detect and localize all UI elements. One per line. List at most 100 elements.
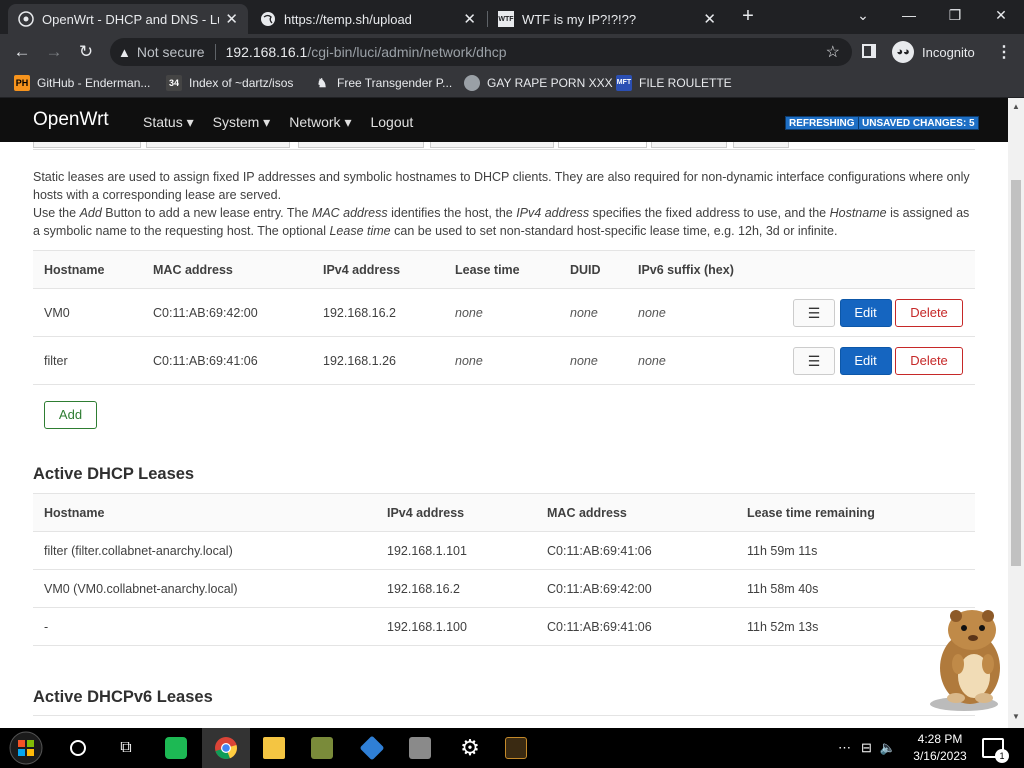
- ipv4-cell: 192.168.16.2: [376, 569, 536, 608]
- description-paragraph-2: Use the Add Button to add a new lease en…: [33, 206, 970, 238]
- delete-button[interactable]: Delete: [895, 298, 963, 327]
- volume-icon[interactable]: 🔈: [880, 740, 896, 756]
- menu-system[interactable]: System ▾: [213, 114, 271, 131]
- column-header: IPv4 address: [312, 250, 444, 289]
- scrollbar-thumb[interactable]: [1011, 180, 1021, 566]
- browser-menu-icon[interactable]: ⋮: [996, 42, 1012, 62]
- unsaved-changes-badge[interactable]: UNSAVED CHANGES: 5: [858, 116, 979, 130]
- actions-cell: ☰ Edit Delete: [777, 288, 975, 337]
- mac-cell: C0:11:AB:69:41:06: [142, 336, 312, 385]
- static-leases-table: Hostname MAC address IPv4 address Lease …: [33, 250, 975, 385]
- network-icon[interactable]: ⊟: [861, 740, 872, 756]
- clock-time: 4:28 PM: [917, 732, 963, 746]
- hamster-desktop-pet-icon[interactable]: [920, 606, 1006, 712]
- taskbar-app-tool[interactable]: [396, 728, 444, 768]
- tab-fragment-active[interactable]: [558, 142, 647, 148]
- taskbar-app-terminal[interactable]: [492, 728, 540, 768]
- tab-wtfismyip[interactable]: WTF WTF is my IP?!?!?? ✕: [488, 4, 726, 34]
- delete-button[interactable]: Delete: [895, 346, 963, 375]
- tab-fragment[interactable]: [298, 142, 424, 148]
- menu-logout[interactable]: Logout: [370, 114, 413, 131]
- mac-cell: C0:11:AB:69:41:06: [536, 531, 736, 570]
- bookmark-gay-rape-porn[interactable]: GAY RAPE PORN XXX: [464, 75, 613, 91]
- tab-fragment[interactable]: [146, 142, 290, 148]
- globe-icon: [464, 75, 480, 91]
- restore-button[interactable]: ❐: [932, 0, 978, 32]
- close-icon[interactable]: ✕: [703, 10, 716, 28]
- menu-status[interactable]: Status ▾: [143, 114, 194, 131]
- tab-tempsh[interactable]: https://temp.sh/upload ✕: [250, 4, 486, 34]
- bookmark-free-transgender[interactable]: ♞ Free Transgender P...: [314, 75, 453, 91]
- bookmark-github[interactable]: PH GitHub - Enderman...: [14, 75, 150, 91]
- drag-handle-button[interactable]: ☰: [793, 298, 836, 327]
- edit-button[interactable]: Edit: [839, 346, 892, 375]
- drag-handle-button[interactable]: ☰: [793, 346, 836, 375]
- incognito-icon: ◕◕: [892, 41, 914, 63]
- taskbar-app-game[interactable]: [298, 728, 346, 768]
- start-button[interactable]: [0, 728, 52, 768]
- tab-fragment[interactable]: [733, 142, 789, 148]
- task-view-button[interactable]: ⧉: [102, 728, 150, 768]
- hostname-cell: -: [33, 607, 376, 646]
- column-header: Hostname: [33, 250, 142, 289]
- tab-search-icon[interactable]: ⌄: [840, 0, 886, 32]
- ipv4-cell: 192.168.16.2: [312, 288, 444, 337]
- tab-title: https://temp.sh/upload: [284, 11, 412, 27]
- taskbar-clock[interactable]: 4:28 PM 3/16/2023: [908, 731, 972, 765]
- taskbar-app-spotify[interactable]: [152, 728, 200, 768]
- tab-fragment[interactable]: [33, 142, 141, 148]
- minimize-button[interactable]: —: [886, 0, 932, 32]
- page-scrollbar[interactable]: ▲ ▼: [1008, 98, 1024, 728]
- bookmark-label: Free Transgender P...: [337, 76, 453, 90]
- active-dhcp-leases-table: Hostname IPv4 address MAC address Lease …: [33, 493, 975, 646]
- warning-triangle-icon[interactable]: ▲: [118, 45, 131, 60]
- taskbar-app-settings[interactable]: ⚙: [446, 728, 494, 768]
- close-icon[interactable]: ✕: [225, 10, 238, 28]
- bookmark-dartz-isos[interactable]: 34 Index of ~dartz/isos: [166, 75, 293, 91]
- column-header: Lease time remaining: [736, 493, 975, 532]
- menu-network[interactable]: Network ▾: [289, 114, 351, 131]
- add-button[interactable]: Add: [44, 401, 97, 429]
- column-header: IPv4 address: [376, 493, 536, 532]
- window-close-button[interactable]: ✕: [978, 0, 1024, 32]
- windows-taskbar: ⧉ ⚙ ⋯ ⊟ 🔈 4:28 PM 3/16/2023 1: [0, 728, 1024, 768]
- taskbar-app-blue[interactable]: [348, 728, 396, 768]
- scroll-up-arrow-icon[interactable]: ▲: [1012, 102, 1020, 111]
- tab-openwrt[interactable]: OpenWrt - DHCP and DNS - LuCI ✕: [8, 4, 248, 34]
- bookmark-star-icon[interactable]: ☆: [826, 42, 840, 62]
- table-header-row: Hostname MAC address IPv4 address Lease …: [33, 250, 975, 289]
- incognito-indicator[interactable]: ◕◕ Incognito: [892, 40, 975, 64]
- side-panel-icon[interactable]: [862, 44, 876, 58]
- not-secure-label[interactable]: Not secure: [137, 44, 205, 60]
- wtf-favicon-icon: WTF: [498, 11, 514, 27]
- tray-overflow-icon[interactable]: ⋯: [838, 740, 851, 756]
- lease-remaining-cell: 11h 59m 11s: [736, 531, 975, 570]
- system-tray: ⋯ ⊟ 🔈: [838, 728, 896, 768]
- search-button[interactable]: [54, 728, 102, 768]
- back-button[interactable]: ←: [10, 40, 34, 64]
- brand-logo[interactable]: OpenWrt: [33, 109, 109, 131]
- edit-button[interactable]: Edit: [839, 298, 892, 327]
- url-path: /cgi-bin/luci/admin/network/dhcp: [307, 44, 507, 60]
- scroll-down-arrow-icon[interactable]: ▼: [1012, 712, 1020, 721]
- reload-button[interactable]: ↻: [74, 40, 98, 64]
- forward-button[interactable]: →: [42, 40, 66, 64]
- taskbar-app-explorer[interactable]: [250, 728, 298, 768]
- bookmark-file-roulette[interactable]: MFT FILE ROULETTE: [616, 75, 732, 91]
- tab-title: WTF is my IP?!?!??: [522, 11, 637, 27]
- mft-favicon-icon: MFT: [616, 75, 632, 91]
- clock-date: 3/16/2023: [913, 749, 967, 763]
- refreshing-badge[interactable]: REFRESHING: [785, 116, 859, 130]
- lease-remaining-cell: 11h 58m 40s: [736, 569, 975, 608]
- new-tab-button[interactable]: +: [737, 6, 759, 28]
- notification-center-icon[interactable]: 1: [982, 738, 1009, 763]
- taskbar-app-chrome[interactable]: [202, 728, 250, 768]
- tab-fragment[interactable]: [430, 142, 554, 148]
- tab-fragment[interactable]: [651, 142, 727, 148]
- close-icon[interactable]: ✕: [463, 10, 476, 28]
- gear-icon: ⚙: [460, 735, 480, 760]
- active-dhcp-leases-title: Active DHCP Leases: [33, 465, 195, 483]
- column-header: DUID: [559, 250, 627, 289]
- address-bar[interactable]: ▲ Not secure 192.168.16.1/cgi-bin/luci/a…: [110, 38, 852, 66]
- omnibox-divider: [214, 44, 216, 60]
